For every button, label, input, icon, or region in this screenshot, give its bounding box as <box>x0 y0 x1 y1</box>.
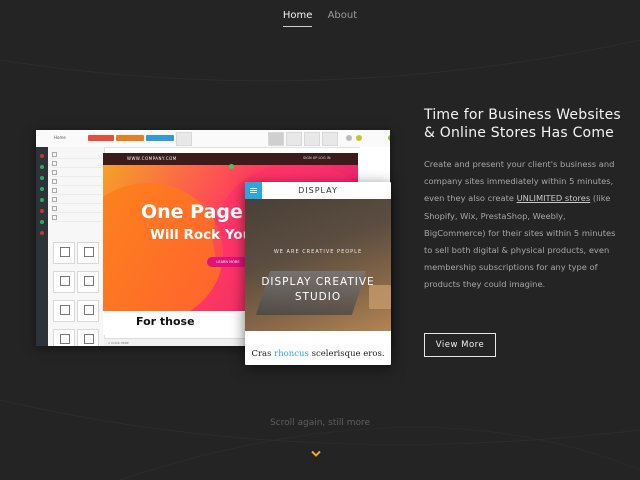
card-tagline: WE ARE CREATIVE PEOPLE <box>273 249 363 255</box>
desktop-view-icon <box>268 132 284 146</box>
toolbar-dot <box>356 135 362 141</box>
toolbar-dot <box>388 135 390 141</box>
chevron-down-icon[interactable] <box>311 450 321 458</box>
laptop-view-icon <box>286 132 302 146</box>
selection-handle <box>229 164 234 169</box>
card-hero-image: WE ARE CREATIVE PEOPLE DISPLAY CREATIVE … <box>245 199 391 331</box>
toolbar-icon <box>176 132 192 146</box>
card-title: DISPLAY CREATIVE STUDIO <box>261 276 375 303</box>
builder-side-panel <box>48 147 105 346</box>
scroll-hint: Scroll again, still more <box>269 418 371 428</box>
toolbar-dot <box>346 135 352 141</box>
card-footer-highlight: rhoncus <box>274 349 309 359</box>
card-footer-text: Cras rhoncus scelerisque eros. <box>251 349 385 359</box>
tablet-view-icon <box>304 132 320 146</box>
toolbar-pill <box>88 135 114 141</box>
widget-grid <box>53 242 101 346</box>
element-tree <box>52 151 102 223</box>
phone-view-icon <box>322 132 338 146</box>
toolbar-pill <box>146 135 174 141</box>
preview-learn-more-button: LEARN MORE <box>207 257 249 267</box>
nav-home[interactable]: Home <box>282 10 313 27</box>
display-card: DISPLAY WE ARE CREATIVE PEOPLE DISPLAY C… <box>245 182 391 365</box>
hero-title: Time for Business Websites & Online Stor… <box>424 107 621 141</box>
builder-home-label: Home <box>54 135 66 140</box>
nav-about[interactable]: About <box>328 10 358 26</box>
preview-headline-2: Will Rock Your <box>150 227 259 243</box>
builder-toolbar: Home <box>36 130 390 148</box>
preview-logo: WWW.COMPANY.COM <box>127 156 177 161</box>
view-more-button[interactable]: View More <box>424 333 496 357</box>
preview-section-title: For those <box>136 315 195 328</box>
card-header-title: DISPLAY <box>298 186 338 195</box>
unlimited-stores-link[interactable]: UNLIMITED stores <box>517 193 591 203</box>
builder-left-rail <box>36 147 48 346</box>
hero-copy: Time for Business Websites & Online Stor… <box>424 106 624 294</box>
top-nav: Home About <box>0 10 640 27</box>
toolbar-pill <box>116 135 144 141</box>
preview-nav-links: SIGN UP LOG IN <box>303 156 331 160</box>
hero-body: Create and present your client's busines… <box>424 159 616 290</box>
card-header: DISPLAY <box>245 182 391 200</box>
